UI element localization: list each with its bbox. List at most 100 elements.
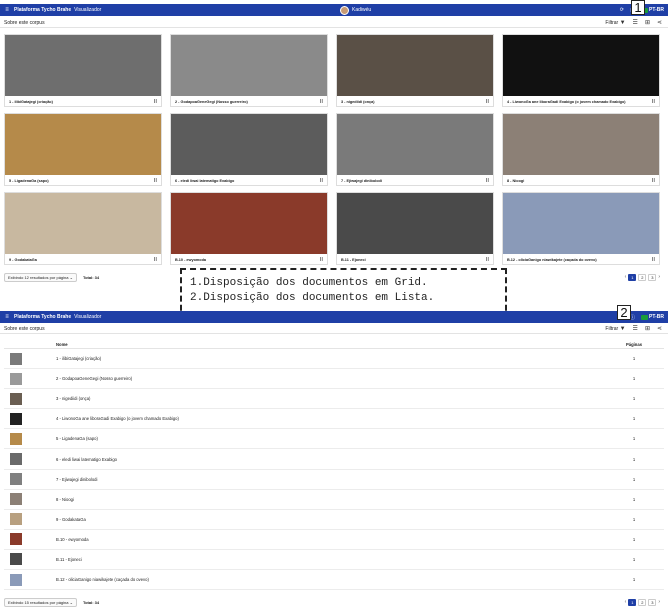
document-thumbnail[interactable]: [503, 114, 659, 175]
document-thumbnail[interactable]: [503, 193, 659, 254]
document-thumbnail[interactable]: [10, 392, 22, 405]
next-page-icon[interactable]: ›: [658, 274, 660, 280]
list-view-icon[interactable]: ☰: [633, 19, 638, 26]
table-row[interactable]: 5 - LigadenaGa (sapo) 1: [4, 429, 664, 450]
document-title[interactable]: B.12 - oliciaGanigo niawikajete (caçada …: [507, 258, 597, 262]
table-row[interactable]: 6 - eledi liwai latematigo Exabigo 1: [4, 449, 664, 470]
document-name[interactable]: B.11 - Ejoneci: [56, 557, 604, 562]
document-card[interactable]: B.11 - Ejoneci ⁞⁞: [336, 192, 494, 265]
document-title[interactable]: 1 - ilibiGatajegi (criação): [9, 100, 53, 104]
table-row[interactable]: 7 - Ejiwajegi dinibolodi 1: [4, 470, 664, 490]
document-card[interactable]: 3 - nigediidi (onça) ⁞⁞: [336, 34, 494, 107]
about-corpus-link[interactable]: Sobre este corpus: [4, 326, 45, 332]
app-title[interactable]: Plataforma Tycho Brahe: [14, 314, 71, 320]
document-title[interactable]: 5 - LigadenaGa (sapo): [9, 179, 49, 183]
table-row[interactable]: 9 - GodakataGa 1: [4, 510, 664, 530]
document-name[interactable]: B.10 - ewyomoda: [56, 537, 604, 542]
app-section[interactable]: Visualizador: [74, 7, 101, 13]
table-row[interactable]: B.12 - oliciaGanigo niawikajete (caçada …: [4, 570, 664, 591]
document-thumbnail[interactable]: [10, 553, 22, 566]
document-thumbnail[interactable]: [10, 372, 22, 385]
user-menu[interactable]: Kadiwéu: [340, 4, 371, 16]
table-row[interactable]: 8 - Nioogi 1: [4, 490, 664, 510]
document-title[interactable]: 2 - GodapoaGeneGegi (Nosso guerreiro): [175, 100, 248, 104]
document-thumbnail[interactable]: [10, 493, 22, 506]
document-card[interactable]: 9 - GodakataGa ⁞⁞: [4, 192, 162, 265]
document-thumbnail[interactable]: [10, 453, 22, 466]
document-name[interactable]: 1 - ilibiGatajegi (criação): [56, 356, 604, 361]
document-name[interactable]: 2 - GodapoaGeneGegi (Nosso guerreiro): [56, 376, 604, 381]
document-thumbnail[interactable]: [337, 193, 493, 254]
document-card[interactable]: 7 - Ejiwajegi dinibolodi ⁞⁞: [336, 113, 494, 186]
prev-page-icon[interactable]: ‹: [625, 599, 627, 605]
document-title[interactable]: 8 - Nioogi: [507, 179, 524, 183]
document-title[interactable]: B.10 - ewyomoda: [175, 258, 206, 262]
document-thumbnail[interactable]: [10, 533, 22, 546]
document-card[interactable]: B.10 - ewyomoda ⁞⁞: [170, 192, 328, 265]
document-thumbnail[interactable]: [10, 412, 22, 425]
share-icon[interactable]: ⋖: [657, 19, 662, 26]
document-name[interactable]: 6 - eledi liwai latematigo Exabigo: [56, 457, 604, 462]
table-row[interactable]: B.11 - Ejoneci 1: [4, 550, 664, 571]
about-corpus-link[interactable]: Sobre este corpus: [4, 20, 45, 26]
document-name[interactable]: 5 - LigadenaGa (sapo): [56, 436, 604, 441]
table-row[interactable]: 4 - LiwonoGa ane liboraGadi Exabigo (o j…: [4, 409, 664, 430]
prev-page-icon[interactable]: ‹: [625, 274, 627, 280]
document-name[interactable]: 7 - Ejiwajegi dinibolodi: [56, 477, 604, 482]
table-row[interactable]: 2 - GodapoaGeneGegi (Nosso guerreiro) 1: [4, 369, 664, 390]
page-button[interactable]: 3: [648, 598, 657, 606]
document-title[interactable]: 9 - GodakataGa: [9, 258, 37, 262]
grid-view-icon[interactable]: ⊞: [645, 325, 650, 332]
document-thumbnail[interactable]: [171, 114, 327, 175]
next-page-icon[interactable]: ›: [658, 599, 660, 605]
document-title[interactable]: B.11 - Ejoneci: [341, 258, 366, 262]
document-title[interactable]: 7 - Ejiwajegi dinibolodi: [341, 179, 382, 183]
document-thumbnail[interactable]: [10, 432, 22, 445]
table-row[interactable]: 1 - ilibiGatajegi (criação) 1: [4, 349, 664, 370]
per-page-select[interactable]: Exibindo 15 resultados por página ⌄: [4, 597, 77, 607]
table-row[interactable]: 3 - nigediidi (onça) 1: [4, 389, 664, 410]
page-button[interactable]: 3: [648, 273, 657, 281]
document-title[interactable]: 6 - eledi liwai latematigo Exabigo: [175, 179, 234, 183]
document-title[interactable]: 3 - nigediidi (onça): [341, 100, 375, 104]
document-card[interactable]: 4 - LiwonoGa ane liboraGadi Exabigo (o j…: [502, 34, 660, 107]
page-button[interactable]: 1: [628, 598, 637, 606]
document-card[interactable]: B.12 - oliciaGanigo niawikajete (caçada …: [502, 192, 660, 265]
page-button[interactable]: 2: [638, 598, 647, 606]
refresh-icon[interactable]: ⟳: [620, 7, 624, 13]
document-card[interactable]: 8 - Nioogi ⁞⁞: [502, 113, 660, 186]
document-thumbnail[interactable]: [10, 573, 22, 586]
document-name[interactable]: 3 - nigediidi (onça): [56, 396, 604, 401]
document-thumbnail[interactable]: [5, 35, 161, 96]
document-thumbnail[interactable]: [5, 114, 161, 175]
document-thumbnail[interactable]: [5, 193, 161, 254]
document-card[interactable]: 1 - ilibiGatajegi (criação) ⁞⁞: [4, 34, 162, 107]
document-name[interactable]: 9 - GodakataGa: [56, 517, 604, 522]
per-page-select[interactable]: Exibindo 12 resultados por página ⌄: [4, 272, 77, 282]
filter-button[interactable]: Filtrar ▼: [605, 20, 625, 26]
document-thumbnail[interactable]: [337, 35, 493, 96]
document-thumbnail[interactable]: [171, 35, 327, 96]
column-name[interactable]: Nome: [56, 342, 604, 347]
document-card[interactable]: 2 - GodapoaGeneGegi (Nosso guerreiro) ⁞⁞: [170, 34, 328, 107]
filter-button[interactable]: Filtrar ▼: [605, 326, 625, 332]
share-icon[interactable]: ⋖: [657, 325, 662, 332]
document-name[interactable]: 8 - Nioogi: [56, 497, 604, 502]
app-section[interactable]: Visualizador: [74, 314, 101, 320]
table-row[interactable]: B.10 - ewyomoda 1: [4, 530, 664, 550]
document-thumbnail[interactable]: [10, 473, 22, 486]
document-thumbnail[interactable]: [503, 35, 659, 96]
language-selector[interactable]: PT-BR: [641, 314, 664, 320]
grid-view-icon[interactable]: ⊞: [645, 19, 650, 26]
page-button[interactable]: 2: [638, 273, 647, 281]
document-name[interactable]: 4 - LiwonoGa ane liboraGadi Exabigo (o j…: [56, 416, 604, 421]
menu-icon[interactable]: ≡: [0, 314, 14, 320]
document-thumbnail[interactable]: [10, 352, 22, 365]
document-title[interactable]: 4 - LiwonoGa ane liboraGadi Exabigo (o j…: [507, 100, 626, 104]
document-thumbnail[interactable]: [171, 193, 327, 254]
document-name[interactable]: B.12 - oliciaGanigo niawikajete (caçada …: [56, 577, 604, 582]
document-card[interactable]: 5 - LigadenaGa (sapo) ⁞⁞: [4, 113, 162, 186]
document-thumbnail[interactable]: [10, 513, 22, 526]
menu-icon[interactable]: ≡: [0, 7, 14, 13]
page-button[interactable]: 1: [628, 273, 637, 281]
